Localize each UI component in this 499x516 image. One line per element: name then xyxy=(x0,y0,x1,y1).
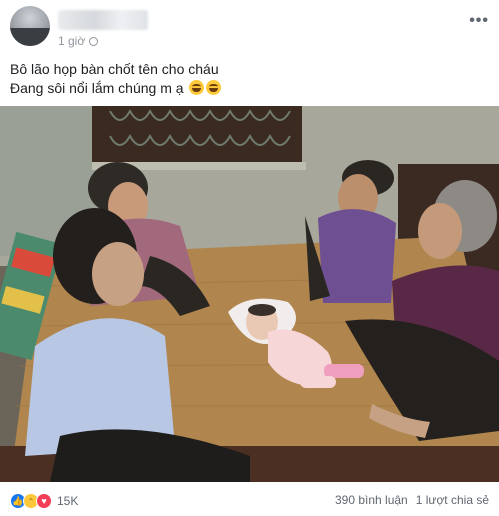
author-name-blurred[interactable] xyxy=(58,10,148,30)
post-footer: 👍 ᵔ ♥ 15K 390 bình luận 1 lượt chia sẻ xyxy=(0,484,499,516)
engagement-stats: 390 bình luận 1 lượt chia sẻ xyxy=(335,493,489,507)
caption-line-1: Bô lão họp bàn chốt tên cho cháu xyxy=(10,61,219,77)
comment-count[interactable]: 390 bình luận xyxy=(335,493,408,507)
post-time[interactable]: 1 giờ xyxy=(58,34,85,48)
laughing-emoji-icon xyxy=(206,80,222,95)
share-count[interactable]: 1 lượt chia sẻ xyxy=(416,493,489,507)
author-avatar[interactable] xyxy=(10,6,50,46)
post-photo[interactable] xyxy=(0,106,499,482)
post-caption: Bô lão họp bàn chốt tên cho cháu Đang sô… xyxy=(10,60,490,98)
post-timestamp[interactable]: 1 giờ xyxy=(58,34,99,48)
caption-line-2: Đang sôi nổi lắm chúng m ạ xyxy=(10,80,184,96)
laughing-emoji-icon xyxy=(189,80,205,95)
more-options-icon[interactable]: ••• xyxy=(469,12,489,30)
globe-icon xyxy=(89,36,99,46)
reaction-count[interactable]: 15K xyxy=(57,494,78,508)
reactions-summary[interactable]: 👍 ᵔ ♥ 15K xyxy=(10,493,78,509)
post-header: 1 giờ ••• xyxy=(0,0,499,54)
love-icon: ♥ xyxy=(36,493,52,509)
